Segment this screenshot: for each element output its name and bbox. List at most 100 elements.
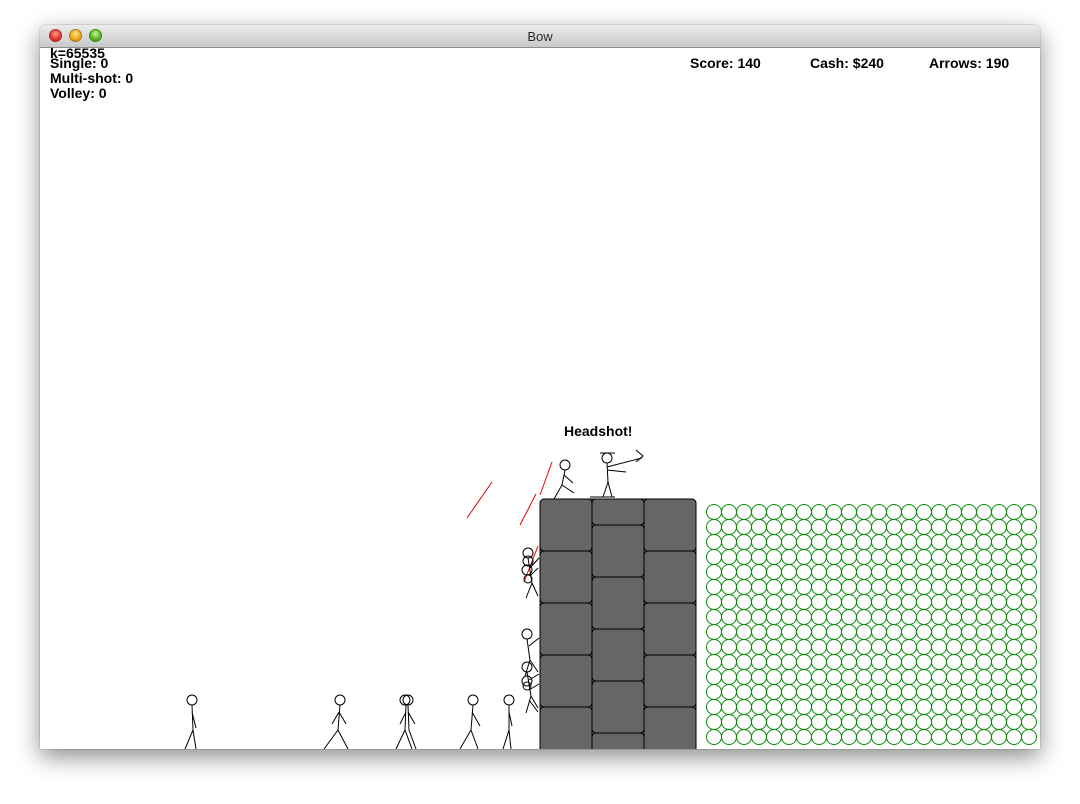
arrow-stock-circle [976, 549, 992, 565]
arrow-stock-circle [976, 654, 992, 670]
arrow-stock-circle [946, 534, 962, 550]
arrow-stock-circle [946, 699, 962, 715]
arrow-stock-circle [826, 729, 842, 745]
arrow-stock-circle [886, 654, 902, 670]
arrow-stock-circle [886, 669, 902, 685]
arrow-stock-circle [991, 654, 1007, 670]
arrow-stock-circle [991, 594, 1007, 610]
arrow-stock-circle [826, 504, 842, 520]
arrow-stock-circle [826, 684, 842, 700]
arrow-stock-circle [1006, 714, 1022, 730]
arrow-stock-circle [766, 699, 782, 715]
arrow-stock-circle [781, 579, 797, 595]
arrow-stock-circle [1006, 579, 1022, 595]
title-bar[interactable]: Bow [40, 25, 1040, 48]
cash-display: Cash: $240 [810, 55, 884, 71]
arrow-stock-circle [736, 684, 752, 700]
arrow-stock-circle [916, 579, 932, 595]
arrow-stock-circle [856, 519, 872, 535]
arrow-stock-circle [991, 504, 1007, 520]
arrow-stock-circle [706, 669, 722, 685]
arrow-stock-circle [841, 504, 857, 520]
arrow-stock-circle [871, 534, 887, 550]
arrow-stock-circle [1021, 504, 1037, 520]
arrow-stock-circle [1006, 504, 1022, 520]
arrow-stock-circle [916, 549, 932, 565]
arrow-stock-circle [1021, 684, 1037, 700]
arrow-stock-circle [856, 699, 872, 715]
arrow-stock-circle [1006, 534, 1022, 550]
arrow-stock-circle [766, 594, 782, 610]
arrow-stock-circle [886, 609, 902, 625]
arrow-stock-circle [721, 504, 737, 520]
arrow-stock-circle [766, 579, 782, 595]
arrow-stock-circle [856, 504, 872, 520]
arrow-stock-circle [886, 519, 902, 535]
arrow-stock-circle [706, 534, 722, 550]
arrow-stock-circle [961, 534, 977, 550]
arrow-stock-circle [751, 579, 767, 595]
arrow-stock-circle [871, 564, 887, 580]
arrow-stock-circle [796, 684, 812, 700]
arrow-stock-circle [826, 549, 842, 565]
arrow-stock-circle [826, 534, 842, 550]
arrow-stock-circle [931, 564, 947, 580]
arrow-stock-circle [991, 519, 1007, 535]
arrow-stock-circle [811, 504, 827, 520]
arrow-stock-circle [1021, 549, 1037, 565]
arrow-stock-circle [886, 534, 902, 550]
arrow-stock-circle [796, 639, 812, 655]
arrow-stock-circle [766, 654, 782, 670]
arrow-stock-circle [781, 624, 797, 640]
arrow-stock-circle [976, 729, 992, 745]
arrow-stock-circle [1021, 714, 1037, 730]
arrow-stock-circle [796, 624, 812, 640]
arrow-stock-circle [781, 699, 797, 715]
arrow-stock-circle [871, 729, 887, 745]
arrow-stock-grid [706, 504, 1037, 745]
arrow-stock-circle [916, 654, 932, 670]
arrow-stock-circle [961, 654, 977, 670]
arrow-stock-circle [721, 624, 737, 640]
arrow-stock-circle [721, 699, 737, 715]
arrow-stock-circle [811, 609, 827, 625]
arrow-stock-circle [916, 594, 932, 610]
arrow-stock-circle [991, 579, 1007, 595]
arrow-stock-circle [736, 624, 752, 640]
arrow-stock-circle [721, 669, 737, 685]
arrow-stock-circle [736, 699, 752, 715]
arrow-stock-circle [901, 519, 917, 535]
arrow-stock-circle [916, 714, 932, 730]
arrow-stock-circle [766, 549, 782, 565]
enemy-stick-figure [323, 694, 349, 749]
arrow-stock-circle [961, 504, 977, 520]
arrows-in-flight [466, 461, 553, 583]
game-canvas[interactable]: k=65535 Single: 0 Multi-shot: 0 Volley: … [40, 46, 1040, 749]
arrow-stock-circle [811, 729, 827, 745]
arrow-stock-circle [811, 594, 827, 610]
arrow-stock-circle [811, 699, 827, 715]
arrow-stock-circle [751, 669, 767, 685]
arrow-stock-circle [976, 684, 992, 700]
arrow-stock-circle [826, 519, 842, 535]
arrow-stock-circle [916, 669, 932, 685]
arrow-stock-circle [946, 624, 962, 640]
arrow-stock-circle [871, 579, 887, 595]
arrow-stock-circle [991, 684, 1007, 700]
arrow-stock-circle [886, 684, 902, 700]
arrow-stock-circle [961, 519, 977, 535]
arrow-stock-circle [991, 534, 1007, 550]
arrow-stock-circle [901, 669, 917, 685]
arrow-stock-circle [721, 609, 737, 625]
arrow-stock-circle [871, 714, 887, 730]
score-display: Score: 140 [690, 55, 761, 71]
game-scene [184, 449, 1037, 749]
arrow-stock-circle [751, 519, 767, 535]
arrow-stock-circle [1021, 669, 1037, 685]
arrow-stock-circle [856, 594, 872, 610]
arrow-stock-circle [796, 729, 812, 745]
arrow-stock-circle [886, 564, 902, 580]
arrow-stock-circle [736, 549, 752, 565]
arrow-stock-circle [796, 579, 812, 595]
arrow-stock-circle [811, 684, 827, 700]
